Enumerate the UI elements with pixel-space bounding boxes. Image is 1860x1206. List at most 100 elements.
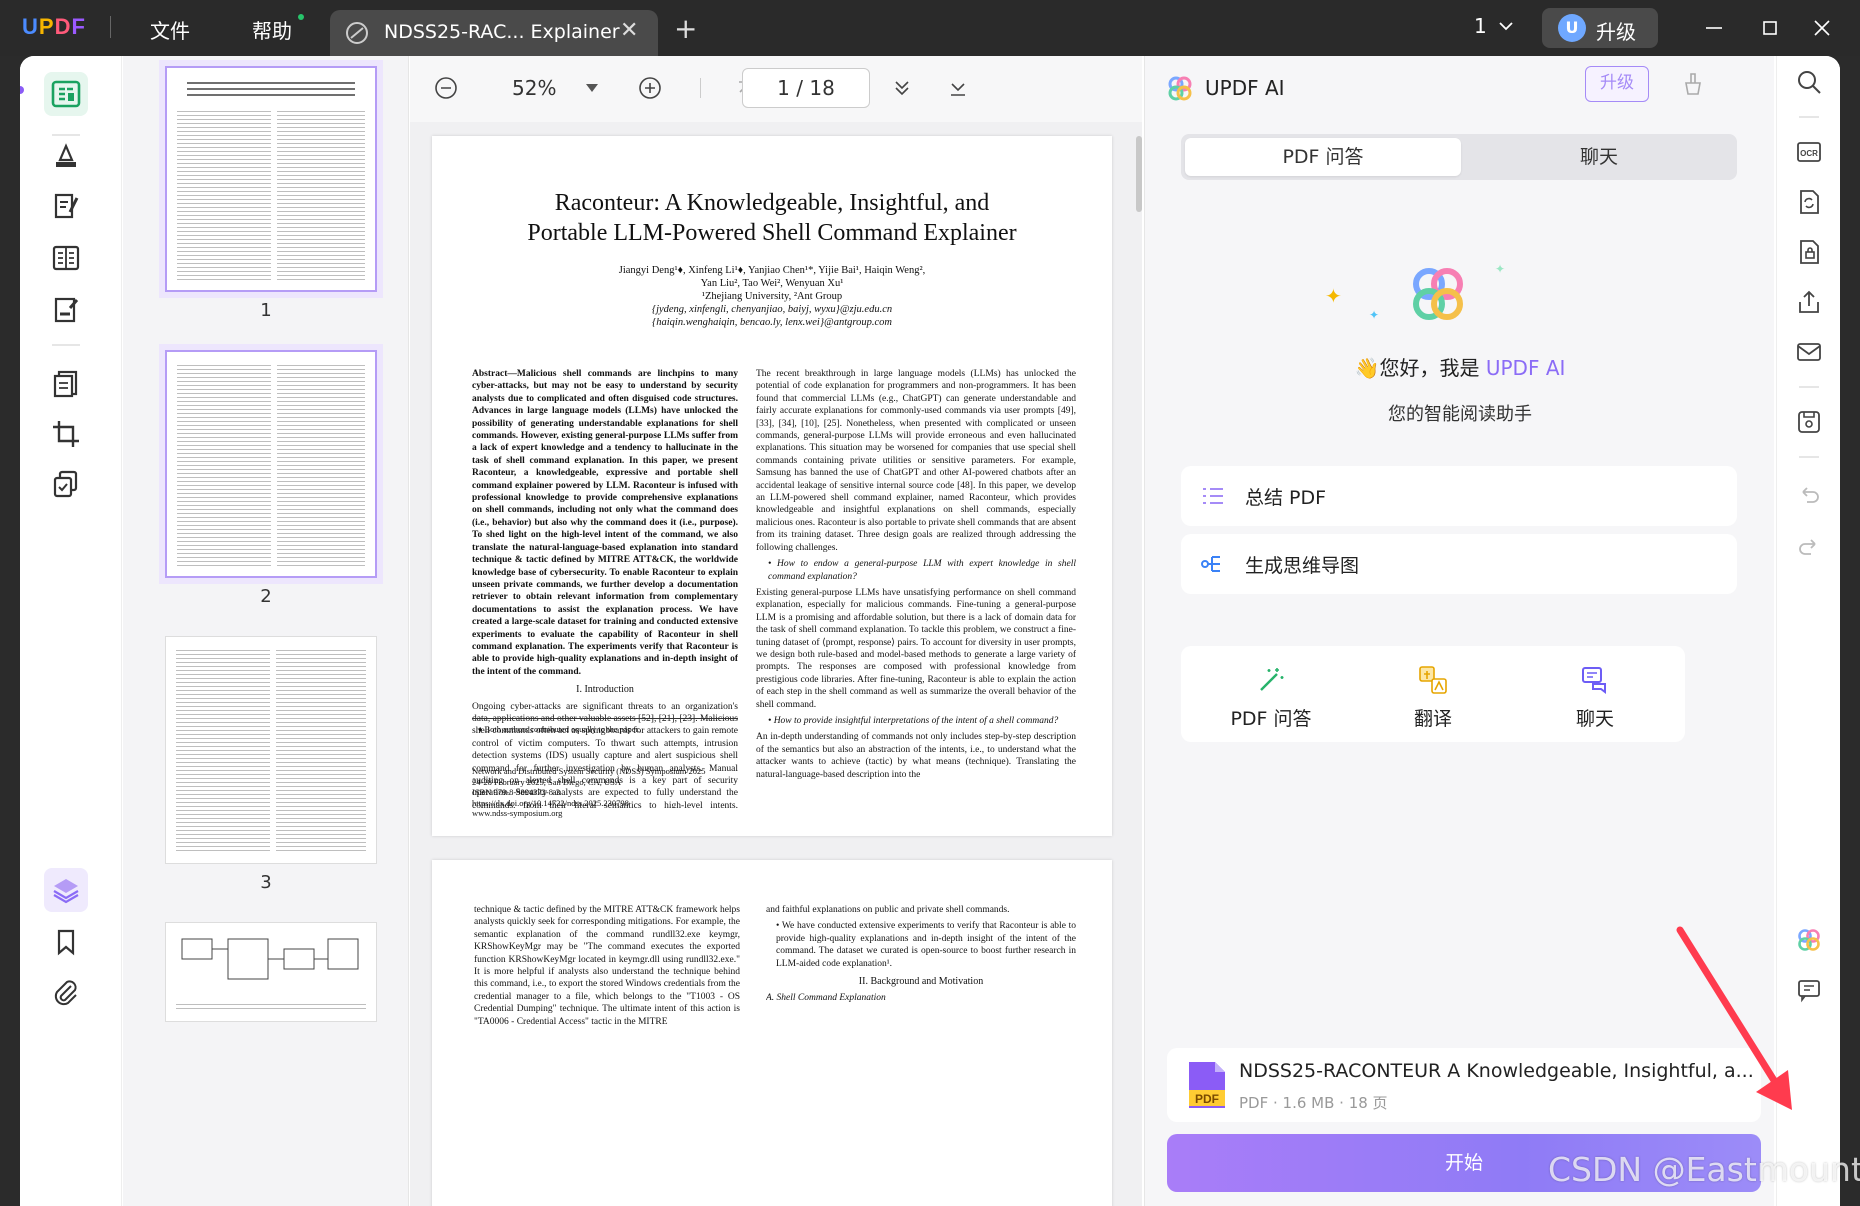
comment-list-icon[interactable] [1795, 976, 1823, 1004]
upgrade-button[interactable]: U 升级 [1542, 8, 1658, 48]
magic-wand-icon [1260, 668, 1284, 691]
avatar: U [1558, 14, 1586, 42]
reader-mode-button[interactable] [44, 72, 88, 116]
thumbnail-page-2[interactable] [165, 350, 377, 578]
maximize-icon[interactable] [1756, 14, 1784, 42]
tab-chat[interactable]: 聊天 [1461, 138, 1737, 176]
body-paragraph: technique & tactic defined by the MITRE … [474, 905, 740, 1027]
attached-file-card[interactable]: PDF NDSS25-RACONTEUR A Knowledgeable, In… [1167, 1048, 1761, 1122]
form-tool-button[interactable] [44, 288, 88, 332]
bookmark-button[interactable] [44, 920, 88, 964]
document-tab-icon [346, 22, 368, 44]
crop-tool-button[interactable] [44, 412, 88, 456]
chat-bubble-icon [1582, 667, 1606, 694]
list-icon [1203, 488, 1223, 504]
page1-right-column: The recent breakthrough in large languag… [756, 368, 1076, 818]
minimize-icon[interactable] [1700, 14, 1728, 42]
summarize-pdf-label: 总结 PDF [1245, 487, 1327, 509]
document-scrollbar[interactable] [1136, 136, 1142, 212]
greeting-text: 👋您好，我是 [1354, 356, 1486, 380]
rail-divider [1799, 116, 1819, 118]
abstract: Abstract—Malicious shell commands are li… [472, 369, 738, 677]
authors-line: Yan Liu², Tao Wei², Wenyuan Xu¹ [700, 278, 844, 289]
page1-left-column: Abstract—Malicious shell commands are li… [472, 368, 738, 808]
pdf-qa-card[interactable]: PDF 问答 [1181, 646, 1361, 742]
question-bullet: • How to endow a general-purpose LLM wit… [768, 559, 1076, 582]
tab-pdf-qa[interactable]: PDF 问答 [1185, 138, 1461, 176]
last-page-icon[interactable] [944, 74, 972, 102]
pages-icon [53, 370, 78, 398]
question-bullet: • How to provide insightful interpretati… [768, 715, 1059, 726]
menu-file[interactable]: 文件 [150, 15, 190, 44]
chevron-down-icon[interactable] [1498, 18, 1514, 34]
mindmap-button[interactable]: 生成思维导图 [1181, 534, 1737, 594]
body-paragraph: and faithful explanations on public and … [766, 905, 1010, 915]
two-column-page-icon [52, 245, 80, 271]
thumbnail-page-1[interactable] [165, 66, 377, 292]
rail-indicator-dot [20, 86, 24, 94]
chat-card[interactable]: 聊天 [1505, 646, 1685, 742]
greeting-ai-name: UPDF AI [1485, 356, 1566, 380]
body-paragraph: Existing general-purpose LLMs have unsat… [756, 587, 1076, 710]
layers-button[interactable] [44, 868, 88, 912]
translate-card[interactable]: 翻译 [1343, 646, 1523, 742]
redo-icon[interactable] [1795, 534, 1823, 562]
zoom-dropdown-caret[interactable] [586, 84, 598, 92]
document-tab[interactable]: NDSS25-RAC... Explainer ✕ [330, 10, 658, 56]
share-icon[interactable] [1795, 288, 1823, 316]
ai-panel-title: UPDF AI [1205, 76, 1285, 100]
paperclip-icon [54, 980, 77, 1006]
protect-lock-icon[interactable] [1795, 238, 1823, 266]
window-count[interactable]: 1 [1474, 14, 1487, 38]
left-tool-rail [20, 56, 122, 1206]
close-icon[interactable]: ✕ [620, 18, 638, 43]
mindmap-label: 生成思维导图 [1245, 555, 1360, 577]
thumbnail-page-3[interactable] [165, 636, 377, 864]
document-viewer[interactable]: 52% 1 / 18 Raconteur: A Knowledgeable, I… [410, 56, 1142, 1206]
upgrade-label: 升级 [1596, 20, 1636, 44]
highlighter-icon [56, 143, 76, 167]
bookmark-icon [57, 929, 75, 956]
footnote-rule [472, 718, 738, 719]
zoom-in-icon[interactable] [636, 74, 664, 102]
page-number-input[interactable]: 1 / 18 [742, 68, 870, 108]
undo-icon[interactable] [1795, 482, 1823, 510]
new-tab-plus-icon[interactable]: + [674, 12, 697, 45]
ai-greeting: 👋您好，我是 UPDF AI [1145, 352, 1775, 381]
page2-right-column: and faithful explanations on public and … [766, 904, 1076, 1044]
comment-tool-button[interactable] [44, 134, 88, 178]
edit-tool-button[interactable] [44, 184, 88, 228]
attachment-button[interactable] [44, 970, 88, 1014]
sparkle-icon: ✦ [1369, 308, 1380, 322]
contribution-bullet: • We have conducted extensive experiment… [776, 921, 1076, 969]
thumbnail-page-4[interactable] [165, 922, 377, 1022]
save-icon[interactable] [1795, 408, 1823, 436]
translate-card-label: 翻译 [1413, 708, 1452, 730]
translate-icon [1419, 666, 1447, 694]
organize-button[interactable] [44, 236, 88, 280]
affiliation: ¹Zhejiang University, ²Ant Group [701, 291, 843, 302]
thumbnail-number: 1 [260, 300, 272, 321]
section-heading: I. Introduction [576, 684, 634, 696]
paper-title-line: Raconteur: A Knowledgeable, Insightful, … [554, 190, 990, 216]
ai-upgrade-button[interactable]: 升级 [1585, 66, 1649, 102]
search-icon[interactable] [1795, 68, 1823, 96]
zoom-out-icon[interactable] [432, 74, 460, 102]
page-tools-button[interactable] [44, 362, 88, 406]
body-paragraph: An in-depth understanding of commands no… [756, 732, 1076, 780]
convert-icon[interactable] [1795, 188, 1823, 216]
zoom-level[interactable]: 52% [512, 76, 556, 100]
broom-clear-icon[interactable] [1679, 70, 1707, 98]
menu-help[interactable]: 帮助 [252, 15, 292, 44]
next-page-icon[interactable] [888, 74, 916, 102]
protect-tool-button[interactable] [44, 462, 88, 506]
mindmap-icon [1201, 556, 1220, 572]
email-icon[interactable] [1795, 338, 1823, 366]
ocr-icon[interactable]: OCR [1795, 138, 1823, 166]
section-heading: II. Background and Motivation [858, 976, 984, 988]
thumbnail-number: 3 [260, 872, 272, 893]
summarize-pdf-button[interactable]: 总结 PDF [1181, 466, 1737, 526]
pdf-qa-card-label: PDF 问答 [1230, 708, 1312, 730]
close-window-icon[interactable] [1808, 14, 1836, 42]
updf-ai-launcher-icon[interactable] [1795, 926, 1823, 954]
